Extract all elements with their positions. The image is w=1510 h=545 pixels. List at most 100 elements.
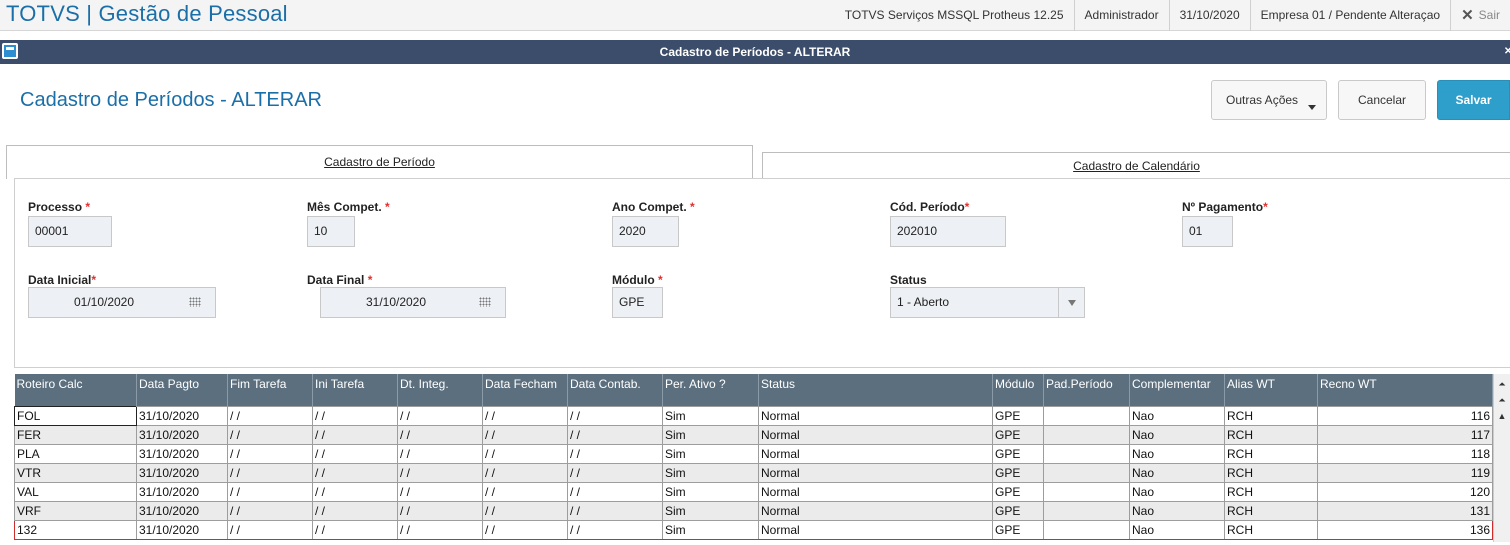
table-cell[interactable]: Normal <box>758 462 993 483</box>
table-cell[interactable]: Nao <box>1129 500 1225 521</box>
table-cell[interactable]: Sim <box>662 481 759 502</box>
table-cell[interactable]: / / <box>312 443 398 464</box>
table-cell[interactable]: / / <box>567 424 663 445</box>
num-pagamento-input[interactable]: 01 <box>1182 216 1233 247</box>
grid-column-header[interactable]: Data Fecham <box>482 374 568 406</box>
table-cell[interactable]: Nao <box>1129 443 1225 464</box>
table-cell[interactable] <box>1043 481 1130 502</box>
table-cell[interactable]: Nao <box>1129 519 1225 540</box>
cancel-button[interactable]: Cancelar <box>1338 80 1426 120</box>
table-cell[interactable]: / / <box>312 481 398 502</box>
table-cell[interactable]: Nao <box>1129 481 1225 502</box>
table-cell[interactable]: / / <box>482 424 568 445</box>
modulo-input[interactable]: GPE <box>612 287 663 318</box>
table-cell[interactable]: 118 <box>1317 443 1493 464</box>
grid-column-header[interactable]: Status <box>758 374 993 406</box>
table-cell[interactable]: Nao <box>1129 405 1225 426</box>
table-cell[interactable]: Normal <box>758 500 993 521</box>
table-cell[interactable]: Sim <box>662 443 759 464</box>
cod-periodo-input[interactable]: 202010 <box>890 216 1006 247</box>
table-cell[interactable] <box>1043 519 1130 540</box>
table-cell[interactable] <box>1043 500 1130 521</box>
table-cell[interactable]: / / <box>227 462 313 483</box>
table-cell[interactable]: Sim <box>662 519 759 540</box>
table-cell[interactable]: / / <box>312 519 398 540</box>
table-cell[interactable]: / / <box>397 500 483 521</box>
table-row[interactable]: VRF 31/10/2020/ / / / / / / / / / Sim Normal GPE… <box>14 500 1493 521</box>
table-cell[interactable]: RCH <box>1224 405 1318 426</box>
table-cell[interactable]: / / <box>567 462 663 483</box>
table-cell[interactable]: / / <box>567 500 663 521</box>
table-cell[interactable]: GPE <box>992 481 1044 502</box>
table-cell[interactable] <box>1043 462 1130 483</box>
scroll-up-icon[interactable]: ▲ <box>1496 410 1508 422</box>
table-cell[interactable]: GPE <box>992 405 1044 426</box>
table-cell[interactable]: RCH <box>1224 424 1318 445</box>
table-cell[interactable]: 31/10/2020 <box>136 500 228 521</box>
chevron-down-icon[interactable] <box>1058 288 1084 317</box>
tab-cadastro-calendario[interactable]: Cadastro de Calendário <box>762 152 1510 179</box>
grid-column-header[interactable]: Recno WT <box>1317 374 1493 406</box>
table-cell[interactable]: 31/10/2020 <box>136 519 228 540</box>
grid-column-header[interactable]: Módulo <box>992 374 1044 406</box>
table-cell[interactable]: / / <box>397 424 483 445</box>
grid-column-header[interactable]: Alias WT <box>1224 374 1318 406</box>
table-cell[interactable]: RCH <box>1224 462 1318 483</box>
table-cell[interactable]: / / <box>397 481 483 502</box>
table-cell[interactable]: / / <box>227 443 313 464</box>
table-cell[interactable]: VAL <box>14 481 137 502</box>
table-cell[interactable]: FOL <box>14 405 137 426</box>
table-cell[interactable]: / / <box>227 481 313 502</box>
table-cell[interactable]: Sim <box>662 424 759 445</box>
table-cell[interactable]: 136 <box>1317 519 1493 540</box>
table-cell[interactable]: Normal <box>758 443 993 464</box>
table-cell[interactable]: / / <box>482 519 568 540</box>
grid-column-header[interactable]: Data Contab. <box>567 374 663 406</box>
ano-compet-input[interactable]: 2020 <box>612 216 679 247</box>
table-cell[interactable]: Sim <box>662 405 759 426</box>
table-row[interactable]: 132 31/10/2020/ / / / / / / / / / Sim Normal GPE… <box>14 519 1493 540</box>
save-button[interactable]: Salvar <box>1437 80 1510 120</box>
table-row[interactable]: PLA 31/10/2020/ / / / / / / / / / Sim Normal GPE… <box>14 443 1493 464</box>
table-cell[interactable]: 131 <box>1317 500 1493 521</box>
table-row[interactable]: FER 31/10/2020/ / / / / / / / / / Sim Normal GPE… <box>14 424 1493 445</box>
table-cell[interactable]: PLA <box>14 443 137 464</box>
table-cell[interactable] <box>1043 405 1130 426</box>
data-final-input[interactable]: 31/10/2020 <box>320 287 506 318</box>
processo-input[interactable]: 00001 <box>28 216 112 247</box>
table-cell[interactable]: 120 <box>1317 481 1493 502</box>
mes-compet-input[interactable]: 10 <box>307 216 355 247</box>
table-cell[interactable] <box>1043 443 1130 464</box>
table-cell[interactable]: GPE <box>992 462 1044 483</box>
company-info[interactable]: Empresa 01 / Pendente Alteraçao <box>1249 0 1450 31</box>
table-cell[interactable]: Sim <box>662 462 759 483</box>
table-cell[interactable]: 116 <box>1317 405 1493 426</box>
table-cell[interactable]: 117 <box>1317 424 1493 445</box>
table-cell[interactable]: VTR <box>14 462 137 483</box>
table-cell[interactable]: / / <box>227 424 313 445</box>
table-cell[interactable]: 132 <box>14 519 137 540</box>
table-cell[interactable]: 31/10/2020 <box>136 405 228 426</box>
table-cell[interactable]: 31/10/2020 <box>136 424 228 445</box>
table-cell[interactable]: / / <box>482 405 568 426</box>
scroll-top-icon[interactable]: ⏶ <box>1496 378 1508 390</box>
tab-cadastro-periodo[interactable]: Cadastro de Período <box>6 145 753 179</box>
table-cell[interactable]: Nao <box>1129 462 1225 483</box>
table-cell[interactable]: / / <box>312 500 398 521</box>
table-cell[interactable]: Normal <box>758 405 993 426</box>
table-cell[interactable]: Nao <box>1129 424 1225 445</box>
table-cell[interactable]: / / <box>397 519 483 540</box>
table-cell[interactable] <box>1043 424 1130 445</box>
grid-column-header[interactable]: Complementar <box>1129 374 1225 406</box>
table-cell[interactable]: 31/10/2020 <box>136 443 228 464</box>
table-cell[interactable]: 119 <box>1317 462 1493 483</box>
data-inicial-input[interactable]: 01/10/2020 <box>28 287 216 318</box>
table-cell[interactable]: GPE <box>992 443 1044 464</box>
table-cell[interactable]: / / <box>482 500 568 521</box>
table-cell[interactable]: / / <box>567 443 663 464</box>
table-cell[interactable]: Normal <box>758 424 993 445</box>
scroll-page-up-icon[interactable]: ⏶ <box>1496 394 1508 406</box>
window-icon[interactable] <box>2 43 18 59</box>
table-cell[interactable]: / / <box>227 405 313 426</box>
table-row[interactable]: VAL 31/10/2020/ / / / / / / / / / Sim Normal GPE… <box>14 481 1493 502</box>
